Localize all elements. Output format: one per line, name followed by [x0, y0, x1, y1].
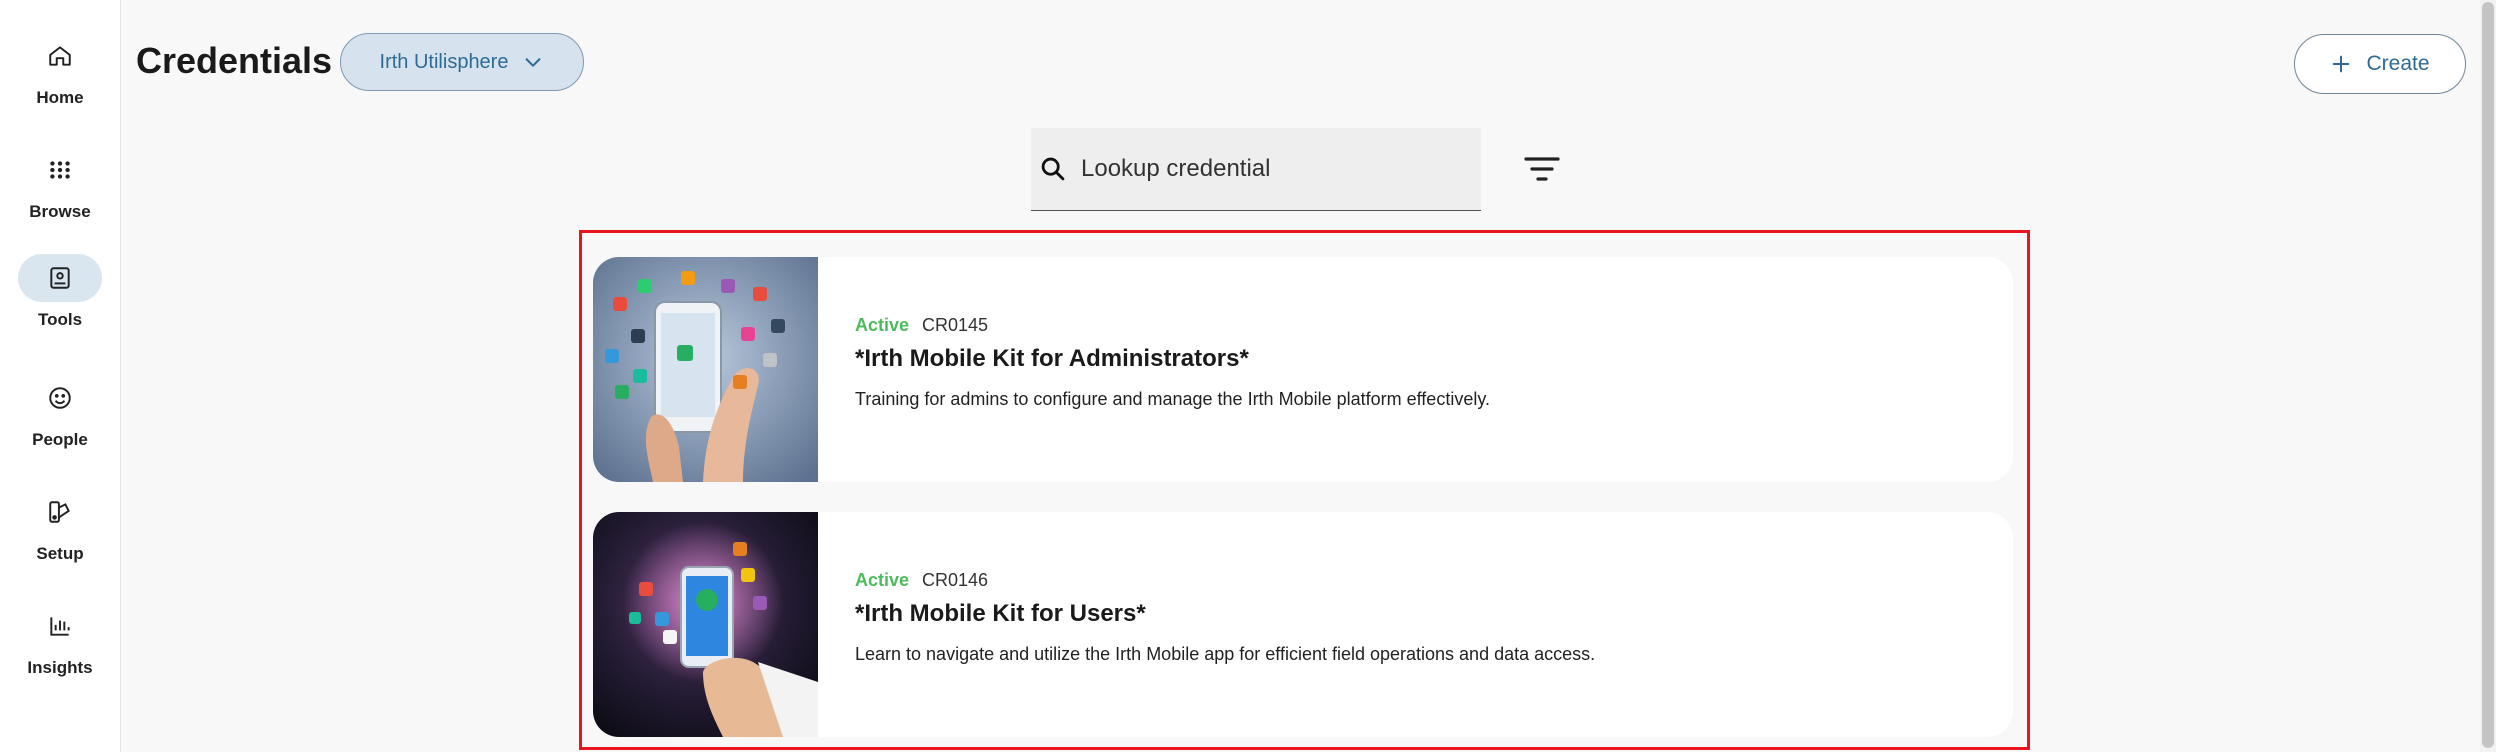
credential-thumbnail-image [593, 257, 818, 482]
credential-description: Learn to navigate and utilize the Irth M… [855, 644, 1596, 664]
sidebar-item-label: People [32, 430, 88, 449]
smile-icon [18, 374, 102, 422]
credential-code: CR0145 [922, 315, 989, 335]
bar-chart-icon [18, 602, 102, 650]
credential-description: Training for admins to configure and man… [855, 389, 1490, 409]
sidebar-item-tools[interactable]: Tools [0, 248, 120, 348]
search-input[interactable] [1079, 154, 1463, 184]
credential-title[interactable]: *Irth Mobile Kit for Users* [855, 600, 1146, 628]
home-icon [18, 32, 102, 80]
page-title: Credentials [136, 40, 333, 81]
org-selector-label: Irth Utilisphere [379, 50, 509, 73]
credential-card[interactable]: Active CR0145 *Irth Mobile Kit for Admin… [593, 257, 2013, 482]
grid-dots-icon [18, 146, 102, 194]
filter-icon[interactable] [1522, 150, 1562, 190]
search-field [1031, 128, 1481, 211]
org-selector-dropdown[interactable]: Irth Utilisphere [340, 33, 584, 91]
sidebar-item-setup[interactable]: Setup [0, 482, 120, 582]
create-button-label: Create [2366, 52, 2430, 75]
sidebar-item-people[interactable]: People [0, 368, 120, 468]
sidebar-item-label: Setup [36, 544, 84, 563]
sidebar: Home Browse Tools People Setup Insights [0, 0, 121, 752]
plus-icon [2333, 55, 2350, 73]
sidebar-item-label: Insights [27, 658, 93, 677]
search-icon [1041, 157, 1065, 181]
setup-icon [18, 488, 102, 536]
credential-card[interactable]: Active CR0146 *Irth Mobile Kit for Users… [593, 512, 2013, 737]
sidebar-item-label: Tools [37, 310, 83, 329]
sidebar-item-label: Browse [29, 202, 91, 221]
sidebar-item-label: Home [36, 88, 84, 107]
credential-thumbnail-image [593, 512, 818, 737]
sidebar-item-browse[interactable]: Browse [0, 140, 120, 240]
status-badge: Active [855, 570, 910, 590]
sidebar-item-home[interactable]: Home [0, 26, 120, 126]
chevron-down-icon [526, 58, 541, 67]
tools-book-icon [18, 254, 102, 302]
sidebar-item-insights[interactable]: Insights [0, 596, 120, 696]
scrollbar-thumb[interactable] [2482, 2, 2494, 748]
status-badge: Active [855, 315, 910, 335]
credential-code: CR0146 [922, 570, 989, 590]
credential-title[interactable]: *Irth Mobile Kit for Administrators* [855, 345, 1249, 373]
create-button[interactable]: Create [2294, 34, 2466, 94]
